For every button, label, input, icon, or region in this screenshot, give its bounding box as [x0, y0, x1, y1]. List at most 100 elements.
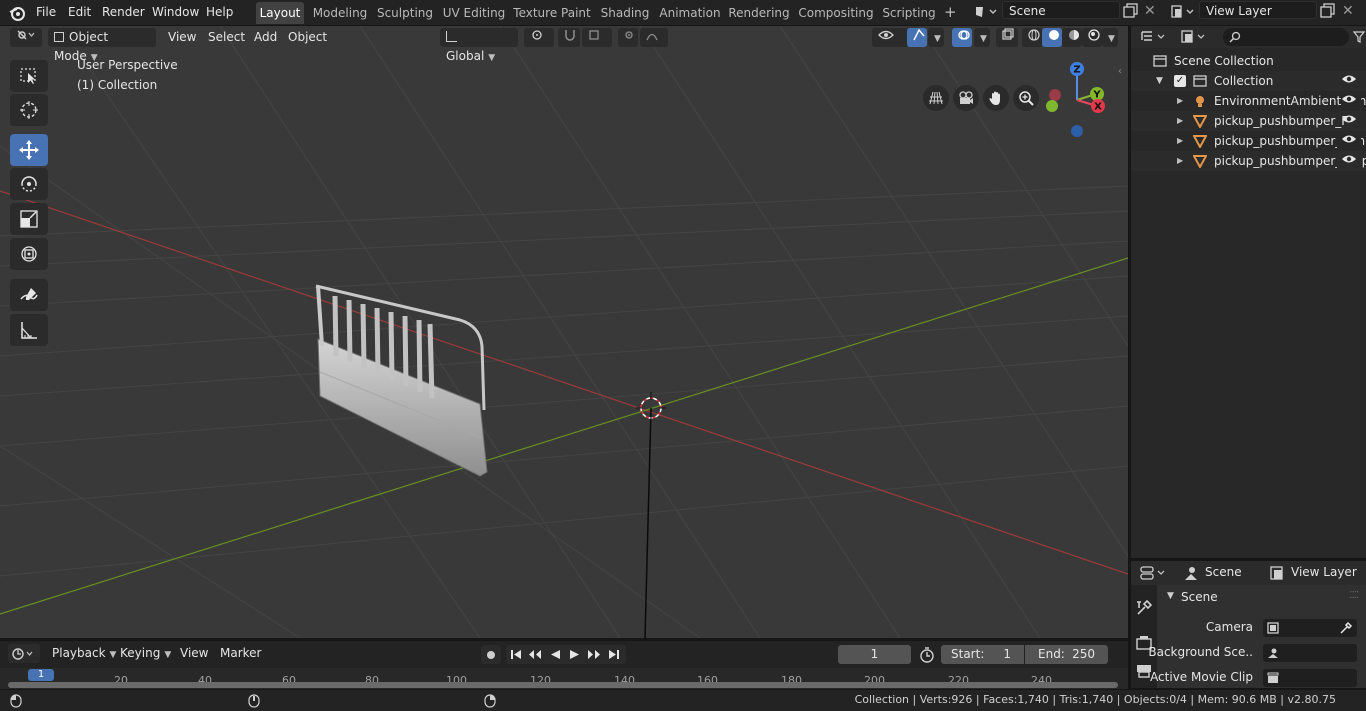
expand-down-icon[interactable]: ▼ — [1156, 71, 1163, 91]
chevron-down-icon[interactable]: ▼ — [1102, 28, 1118, 47]
tab-shading[interactable]: Shading — [596, 2, 654, 24]
scene-selector-icon[interactable] — [974, 4, 998, 22]
eye-icon[interactable] — [1341, 71, 1357, 91]
active-movie-clip-field[interactable] — [1263, 669, 1357, 687]
expand-right-icon[interactable]: ▶ — [1177, 91, 1183, 111]
chevron-down-icon[interactable]: ▼ — [974, 28, 990, 47]
timeline-scrollbar[interactable] — [8, 682, 1118, 688]
close-view-layer-icon[interactable]: ✕ — [1342, 3, 1356, 19]
outliner-row-scene-collection[interactable]: Scene Collection — [1131, 51, 1366, 71]
menu-window[interactable]: Window — [148, 3, 203, 21]
eye-icon[interactable] — [1337, 131, 1361, 151]
visibility-icon[interactable] — [872, 28, 908, 47]
rendered-shading-icon[interactable] — [1082, 28, 1102, 47]
wireframe-shading-icon[interactable] — [1022, 28, 1042, 47]
tab-compositing[interactable]: Compositing — [796, 2, 876, 24]
playback-menu[interactable]: Playback ▼ — [48, 644, 120, 663]
material-shading-icon[interactable] — [1062, 28, 1082, 47]
tab-scripting[interactable]: Scripting — [880, 2, 938, 24]
tool-properties-icon[interactable] — [1135, 599, 1153, 617]
3d-viewport[interactable]: Object Mode ▼ View Select Add Object Glob… — [0, 26, 1128, 638]
copy-view-layer-icon[interactable] — [1320, 3, 1336, 19]
xray-toggle-icon[interactable] — [996, 28, 1018, 47]
tab-texture-paint[interactable]: Texture Paint — [512, 2, 592, 24]
sidebar-toggle-icon[interactable]: ‹ — [1118, 66, 1122, 77]
eyedropper-icon[interactable] — [1339, 621, 1353, 635]
pan-hand-icon[interactable] — [983, 85, 1009, 111]
chevron-down-icon[interactable]: ▼ — [928, 28, 944, 47]
close-scene-icon[interactable]: ✕ — [1144, 3, 1158, 19]
tab-rendering[interactable]: Rendering — [726, 2, 792, 24]
copy-scene-icon[interactable] — [1123, 3, 1139, 19]
collection-checkbox[interactable]: ✓ — [1174, 75, 1186, 87]
tab-sculpting[interactable]: Sculpting — [374, 2, 436, 24]
rotate-tool[interactable] — [10, 168, 48, 200]
proportional-edit-icon[interactable] — [618, 28, 638, 47]
scene-tab[interactable]: Scene — [1205, 565, 1242, 579]
menu-object[interactable]: Object — [284, 28, 331, 47]
grid-view-icon[interactable] — [923, 85, 949, 111]
outliner-search-input[interactable] — [1223, 28, 1349, 46]
menu-select[interactable]: Select — [204, 28, 249, 47]
background-scene-field[interactable] — [1263, 644, 1357, 662]
add-workspace-icon[interactable]: + — [944, 3, 960, 21]
scale-tool[interactable] — [10, 203, 48, 235]
stopwatch-icon[interactable] — [916, 645, 938, 664]
current-frame-field[interactable]: 1 — [838, 645, 911, 664]
snap-target-icon[interactable] — [582, 28, 612, 47]
menu-add[interactable]: Add — [250, 28, 281, 47]
record-button[interactable] — [481, 645, 501, 664]
expand-right-icon[interactable]: ▶ — [1177, 131, 1183, 151]
camera-field[interactable] — [1263, 619, 1357, 637]
blender-logo-icon[interactable] — [8, 4, 26, 22]
tab-modeling[interactable]: Modeling — [310, 2, 370, 24]
view-layer-field[interactable]: View Layer — [1199, 1, 1317, 19]
outliner-row-collection[interactable]: ▼ ✓ Collection — [1131, 71, 1366, 91]
outliner-row-object[interactable]: ▶ EnvironmentAmbientLight — [1131, 91, 1366, 111]
scene-section-header[interactable]: ▼ Scene ⁚⁚⁚⁚ — [1161, 589, 1366, 609]
jump-start-icon[interactable] — [510, 649, 522, 660]
timeline-view-menu[interactable]: View — [176, 644, 212, 663]
measure-tool[interactable] — [10, 314, 48, 346]
cursor-tool[interactable] — [10, 94, 48, 126]
start-frame-field[interactable]: Start: 1 — [941, 645, 1024, 664]
transform-orientation-dropdown[interactable]: Global ▼ — [440, 28, 518, 63]
menu-help[interactable]: Help — [202, 3, 237, 21]
play-icon[interactable] — [569, 649, 581, 660]
outliner-row-object[interactable]: ▶ pickup_pushbumper_F_in — [1131, 131, 1366, 151]
prev-keyframe-icon[interactable] — [528, 649, 542, 660]
menu-render[interactable]: Render — [98, 3, 149, 21]
gizmo-toggle-icon[interactable] — [907, 28, 927, 47]
expand-right-icon[interactable]: ▶ — [1177, 111, 1183, 131]
tab-uv-editing[interactable]: UV Editing — [440, 2, 508, 24]
falloff-icon[interactable] — [640, 28, 668, 47]
play-reverse-icon[interactable] — [549, 649, 561, 660]
view-layer-tab[interactable]: View Layer — [1291, 565, 1357, 579]
transform-tool[interactable] — [10, 238, 48, 270]
timeline-editor-type-icon[interactable] — [8, 644, 40, 663]
menu-edit[interactable]: Edit — [64, 3, 95, 21]
move-tool[interactable] — [10, 134, 48, 166]
overlays-toggle-icon[interactable] — [952, 28, 972, 47]
expand-right-icon[interactable]: ▶ — [1177, 151, 1183, 171]
outliner-row-object[interactable]: ▶ pickup_pushbumper_F — [1131, 111, 1366, 131]
tab-animation[interactable]: Animation — [658, 2, 722, 24]
editor-type-icon[interactable] — [10, 28, 42, 47]
marker-menu[interactable]: Marker — [216, 644, 265, 663]
eye-icon[interactable] — [1337, 151, 1361, 171]
keying-menu[interactable]: Keying ▼ — [116, 644, 175, 663]
annotate-tool[interactable] — [10, 279, 48, 311]
tab-layout[interactable]: Layout — [256, 2, 304, 24]
mode-dropdown[interactable]: Object Mode ▼ — [48, 28, 156, 63]
menu-file[interactable]: File — [32, 3, 60, 21]
navigation-gizmo[interactable]: Z Y X — [1040, 60, 1116, 140]
view-layer-selector-icon[interactable] — [1170, 4, 1196, 22]
outliner-row-object[interactable]: ▶ pickup_pushbumper_F_up — [1131, 151, 1366, 171]
display-mode-icon[interactable] — [1179, 29, 1209, 46]
solid-shading-icon[interactable] — [1042, 28, 1062, 47]
zoom-icon[interactable] — [1013, 85, 1039, 111]
select-box-tool[interactable] — [10, 60, 48, 92]
eye-icon[interactable] — [1341, 111, 1357, 131]
menu-view[interactable]: View — [164, 28, 200, 47]
end-frame-field[interactable]: End: 250 — [1025, 645, 1108, 664]
